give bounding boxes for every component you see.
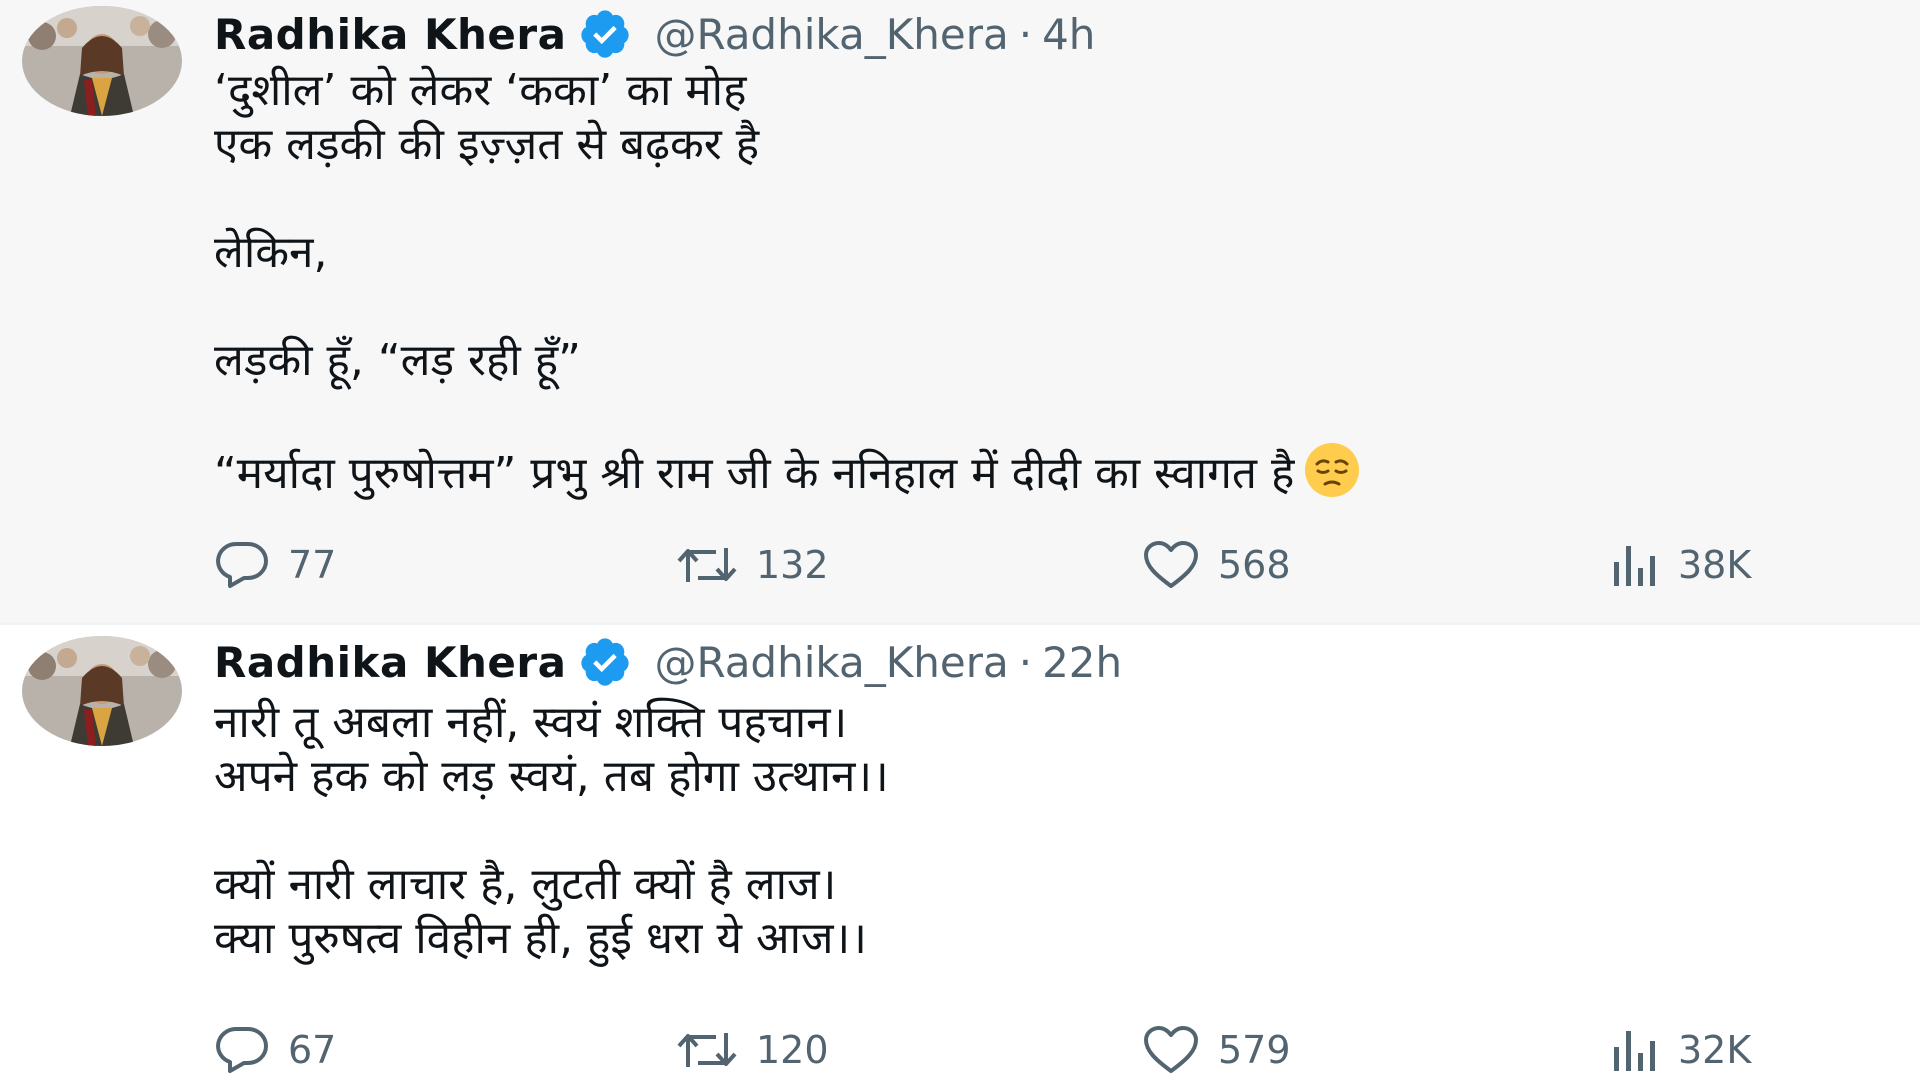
author-name[interactable]: Radhika Khera	[214, 638, 566, 687]
pensive-face-emoji-icon	[1304, 442, 1360, 498]
tweet-text-last-line: “मर्यादा पुरुषोत्तम” प्रभु श्री राम जी क…	[214, 442, 1834, 499]
tweet-text-blank	[214, 280, 1834, 334]
tweet-text-line: अपने हक को लड़ स्वयं, तब होगा उत्थान।।	[214, 751, 889, 802]
like-button[interactable]: 579	[1142, 1020, 1291, 1080]
tweet-header: Radhika Khera @Radhika_Khera · 4h	[214, 6, 1095, 62]
retweet-button[interactable]: 132	[676, 535, 829, 595]
tweet-text-line: एक लड़की की इज़्ज़त से बढ़कर है	[214, 119, 760, 170]
tweet-text-blank	[214, 804, 1834, 858]
verified-badge-icon	[578, 635, 632, 689]
retweet-count: 132	[756, 543, 829, 587]
tweet-text-line: ‘दुशील’ को लेकर ‘कका’ का मोह	[214, 65, 747, 116]
like-count: 579	[1218, 1028, 1291, 1072]
separator-dot: ·	[1018, 9, 1033, 59]
tweet-actions: 67 120 579 32K	[214, 1020, 1794, 1080]
like-button[interactable]: 568	[1142, 535, 1291, 595]
tweet-2[interactable]: Radhika Khera @Radhika_Khera · 22h नारी …	[0, 625, 1920, 1080]
tweet-text-line: लेकिन,	[214, 227, 328, 278]
avatar[interactable]	[22, 6, 182, 116]
tweet-text-line: क्या पुरुषत्व विहीन ही, हुई धरा ये आज।।	[214, 913, 867, 964]
author-name[interactable]: Radhika Khera	[214, 10, 566, 59]
retweet-button[interactable]: 120	[676, 1020, 829, 1080]
heart-icon	[1144, 541, 1198, 588]
retweet-count: 120	[756, 1028, 829, 1072]
tweet-text-blank	[214, 388, 1834, 442]
tweet-text-line: “मर्यादा पुरुषोत्तम” प्रभु श्री राम जी क…	[214, 448, 1295, 499]
tweet-1[interactable]: Radhika Khera @Radhika_Khera · 4h ‘दुशील…	[0, 0, 1920, 622]
views-count: 38K	[1678, 543, 1752, 587]
tweet-text-line: क्यों नारी लाचार है, लुटती क्यों है लाज।	[214, 859, 837, 910]
heart-icon	[1144, 1026, 1198, 1073]
like-count: 568	[1218, 543, 1291, 587]
tweet-text: नारी तू अबला नहीं, स्वयं शक्ति पहचान। अप…	[214, 696, 1834, 966]
reply-button[interactable]: 77	[214, 535, 336, 595]
avatar[interactable]	[22, 636, 182, 746]
author-handle[interactable]: @Radhika_Khera	[654, 10, 1008, 59]
tweet-text: ‘दुशील’ को लेकर ‘कका’ का मोह एक लड़की की…	[214, 64, 1834, 499]
reply-button[interactable]: 67	[214, 1020, 336, 1080]
reply-icon	[216, 542, 268, 588]
views-count: 32K	[1678, 1028, 1752, 1072]
timestamp[interactable]: 22h	[1042, 638, 1122, 687]
retweet-icon	[677, 1033, 737, 1067]
tweet-feed: Radhika Khera @Radhika_Khera · 4h ‘दुशील…	[0, 0, 1920, 1080]
tweet-text-line: नारी तू अबला नहीं, स्वयं शक्ति पहचान।	[214, 697, 848, 748]
tweet-text-blank	[214, 172, 1834, 226]
views-bar-chart-icon	[1614, 546, 1655, 586]
views-bar-chart-icon	[1614, 1031, 1655, 1071]
reply-icon	[216, 1027, 268, 1073]
tweet-text-line: लड़की हूँ, “लड़ रही हूँ”	[214, 335, 581, 386]
verified-badge-icon	[578, 7, 632, 61]
timestamp[interactable]: 4h	[1042, 10, 1095, 59]
author-handle[interactable]: @Radhika_Khera	[654, 638, 1008, 687]
reply-count: 77	[288, 543, 337, 587]
views-button[interactable]: 38K	[1610, 535, 1751, 595]
retweet-icon	[677, 548, 737, 582]
tweet-header: Radhika Khera @Radhika_Khera · 22h	[214, 634, 1122, 690]
separator-dot: ·	[1018, 637, 1033, 687]
tweet-actions: 77 132 568 38K	[214, 535, 1794, 595]
reply-count: 67	[288, 1028, 337, 1072]
views-button[interactable]: 32K	[1610, 1020, 1751, 1080]
